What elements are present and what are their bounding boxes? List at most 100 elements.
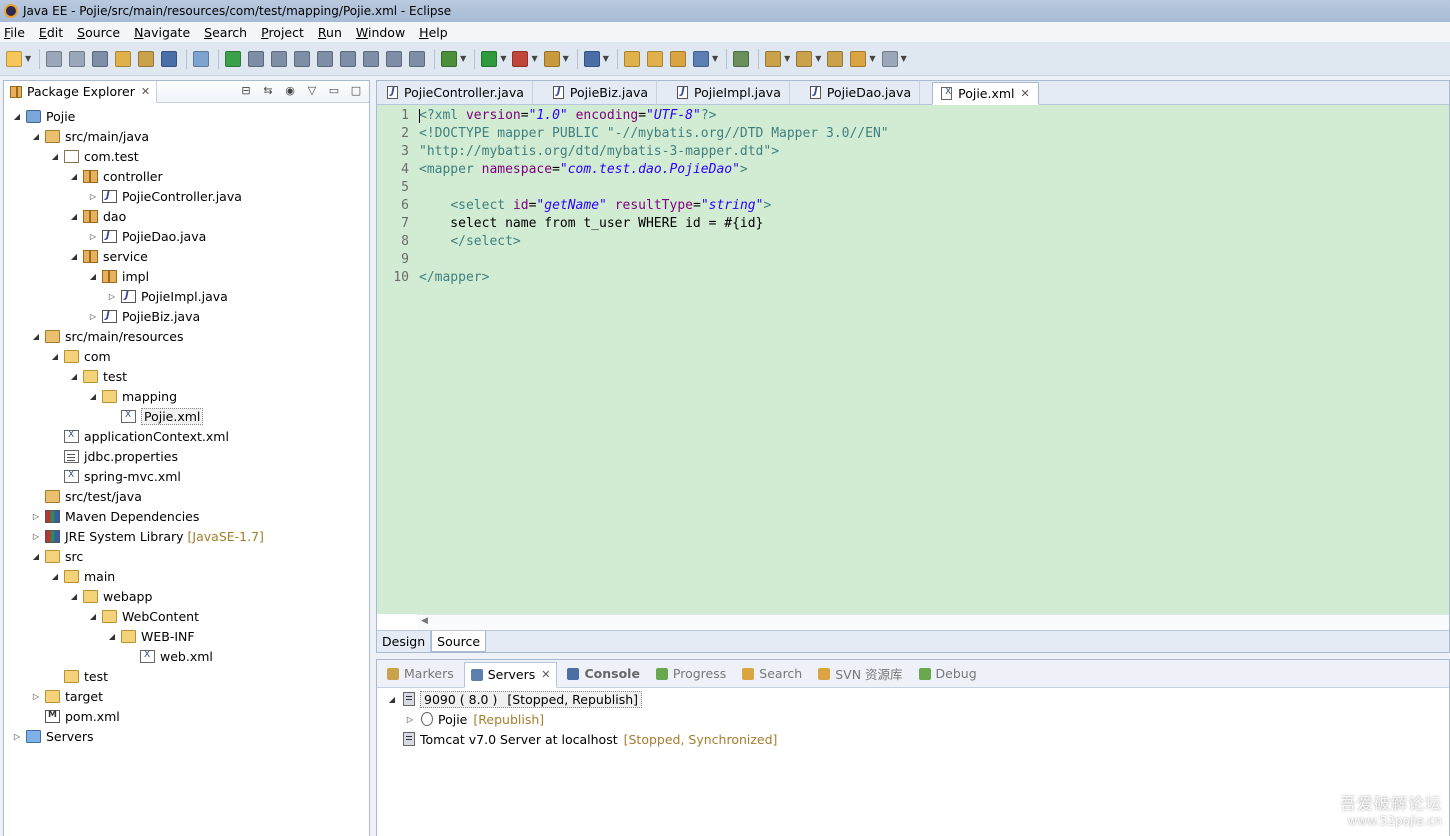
expanded-arrow-icon[interactable]: ◢	[88, 612, 98, 621]
expanded-arrow-icon[interactable]: ◢	[69, 592, 79, 601]
tab-source[interactable]: Source	[431, 631, 487, 652]
tree-item[interactable]: ◢ WebContent	[4, 606, 369, 626]
close-icon[interactable]: ✕	[1021, 87, 1030, 100]
editor-tab[interactable]: PojieImpl.java	[669, 81, 790, 104]
editor-tab[interactable]: PojieBiz.java	[545, 81, 658, 104]
menu-edit[interactable]: Edit	[39, 25, 63, 40]
tab-svn[interactable]: SVN 资源库	[812, 661, 908, 687]
expanded-arrow-icon[interactable]: ◢	[69, 372, 79, 381]
menu-navigate[interactable]: Navigate	[134, 25, 190, 40]
external-tools-icon[interactable]	[512, 50, 529, 67]
tree-item[interactable]: ◢ service	[4, 246, 369, 266]
close-icon[interactable]: ✕	[541, 668, 550, 681]
tree-item[interactable]: ◢ WEB-INF	[4, 626, 369, 646]
editor-tab[interactable]: PojieDao.java	[802, 81, 921, 104]
save-icon[interactable]	[46, 50, 63, 67]
server-item[interactable]: ▷ Pojie [Republish]	[377, 709, 1449, 729]
collapsed-arrow-icon[interactable]: ▷	[31, 532, 41, 541]
menu-project[interactable]: Project	[261, 25, 304, 40]
collapsed-arrow-icon[interactable]: ▷	[31, 692, 41, 701]
next-annotation-icon[interactable]	[765, 50, 782, 67]
tree-item[interactable]: ▷ PojieBiz.java	[4, 306, 369, 326]
expanded-arrow-icon[interactable]: ◢	[31, 132, 41, 141]
expanded-arrow-icon[interactable]: ◢	[31, 332, 41, 341]
tree-item[interactable]: ◢ test	[4, 366, 369, 386]
collapsed-arrow-icon[interactable]: ▷	[107, 292, 117, 301]
expanded-arrow-icon[interactable]: ◢	[88, 392, 98, 401]
tree-item[interactable]: ▷ PojieDao.java	[4, 226, 369, 246]
dropdown-arrow-icon[interactable]: ▼	[460, 54, 466, 63]
dropdown-arrow-icon[interactable]: ▼	[869, 54, 875, 63]
drop-to-frame-icon[interactable]	[386, 50, 403, 67]
menu-run[interactable]: Run	[318, 25, 342, 40]
horizontal-scrollbar[interactable]: ◀	[417, 614, 1449, 630]
expanded-arrow-icon[interactable]: ◢	[69, 212, 79, 221]
open-task-icon[interactable]	[138, 50, 155, 67]
code-editor[interactable]: 1 2 3 4 5 6 7 8 9 10 <?xml version="1.0" encoding…	[377, 105, 1449, 614]
new-java-class-icon[interactable]	[583, 50, 600, 67]
new-server-icon[interactable]	[543, 50, 560, 67]
tree-item[interactable]: ◢ mapping	[4, 386, 369, 406]
collapsed-arrow-icon[interactable]: ▷	[405, 715, 415, 724]
open-folder-icon[interactable]	[623, 50, 640, 67]
expanded-arrow-icon[interactable]: ◢	[31, 552, 41, 561]
terminal-icon[interactable]	[161, 50, 178, 67]
tree-item[interactable]: ◢ main	[4, 566, 369, 586]
print-icon[interactable]	[92, 50, 109, 67]
menu-search[interactable]: Search	[204, 25, 247, 40]
link-with-editor-icon[interactable]: ⇆	[261, 84, 275, 98]
debug-icon[interactable]	[441, 50, 458, 67]
tree-item[interactable]: ▷ Servers	[4, 726, 369, 746]
tree-item[interactable]: ◢ impl	[4, 266, 369, 286]
last-edit-icon[interactable]	[827, 50, 844, 67]
dropdown-arrow-icon[interactable]: ▼	[603, 54, 609, 63]
suspend-icon[interactable]	[248, 50, 265, 67]
dropdown-arrow-icon[interactable]: ▼	[531, 54, 537, 63]
collapsed-arrow-icon[interactable]: ▷	[12, 732, 22, 741]
collapsed-arrow-icon[interactable]: ▷	[88, 312, 98, 321]
tree-item[interactable]: ◢ src/main/resources	[4, 326, 369, 346]
expanded-arrow-icon[interactable]: ◢	[69, 172, 79, 181]
collapsed-arrow-icon[interactable]: ▷	[31, 512, 41, 521]
tree-item[interactable]: ◢ controller	[4, 166, 369, 186]
open-type-icon[interactable]	[115, 50, 132, 67]
tree-item[interactable]: ◢ src/main/java	[4, 126, 369, 146]
dropdown-arrow-icon[interactable]: ▼	[25, 54, 31, 63]
expanded-arrow-icon[interactable]: ◢	[50, 152, 60, 161]
dropdown-arrow-icon[interactable]: ▼	[500, 54, 506, 63]
expanded-arrow-icon[interactable]: ◢	[69, 252, 79, 261]
tab-markers[interactable]: Markers	[381, 661, 460, 687]
search-icon[interactable]	[669, 50, 686, 67]
new-icon[interactable]	[6, 50, 22, 67]
tree-item[interactable]: ◢ webapp	[4, 586, 369, 606]
tree-item[interactable]: jdbc.properties	[4, 446, 369, 466]
tree-item[interactable]: ◢ dao	[4, 206, 369, 226]
code-text[interactable]: <?xml version="1.0" encoding="UTF-8"?> <!…	[417, 105, 889, 614]
collapsed-arrow-icon[interactable]: ▷	[88, 192, 98, 201]
globe-icon[interactable]	[692, 50, 709, 67]
tab-package-explorer[interactable]: Package Explorer ✕	[4, 80, 158, 103]
menu-help[interactable]: Help	[419, 25, 448, 40]
forward-icon[interactable]	[881, 50, 898, 67]
scroll-left-icon[interactable]: ◀	[421, 616, 428, 626]
expanded-arrow-icon[interactable]: ◢	[88, 272, 98, 281]
collapsed-arrow-icon[interactable]: ▷	[88, 232, 98, 241]
tree-item[interactable]: ◢ Pojie	[4, 106, 369, 126]
tab-servers[interactable]: Servers ✕	[463, 661, 558, 688]
open-file-icon[interactable]	[646, 50, 663, 67]
editor-tab[interactable]: Pojie.xml ✕	[932, 82, 1039, 105]
tab-search[interactable]: Search	[736, 661, 808, 687]
tab-debug[interactable]: Debug	[913, 661, 983, 687]
step-into-icon[interactable]	[317, 50, 334, 67]
expanded-arrow-icon[interactable]: ◢	[12, 112, 22, 121]
resume-icon[interactable]	[225, 50, 242, 67]
tree-item[interactable]: test	[4, 666, 369, 686]
terminate-icon[interactable]	[271, 50, 288, 67]
tab-progress[interactable]: Progress	[650, 661, 732, 687]
tree-item[interactable]: ▷ Maven Dependencies	[4, 506, 369, 526]
server-item[interactable]: Tomcat v7.0 Server at localhost [Stopped,…	[377, 729, 1449, 749]
tab-console[interactable]: Console	[561, 661, 645, 687]
dropdown-arrow-icon[interactable]: ▼	[563, 54, 569, 63]
save-all-icon[interactable]	[69, 50, 86, 67]
dropdown-arrow-icon[interactable]: ▼	[901, 54, 907, 63]
